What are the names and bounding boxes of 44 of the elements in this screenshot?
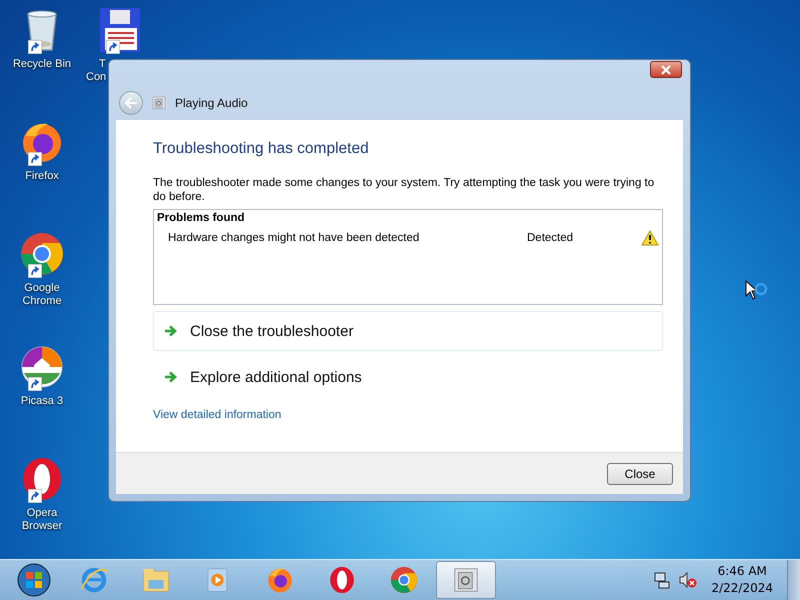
heading: Troubleshooting has completed — [153, 140, 370, 158]
internet-explorer-icon — [79, 565, 109, 595]
warning-icon — [641, 230, 659, 246]
detailed-information-link[interactable]: View detailed information — [153, 409, 282, 421]
shortcut-arrow-icon — [28, 264, 42, 278]
window-title: Playing Audio — [175, 96, 248, 110]
desktop-icon-label[interactable]: T — [99, 58, 106, 71]
back-button[interactable] — [119, 91, 143, 115]
arrow-icon — [164, 325, 178, 337]
desktop-icon-label[interactable]: Firefox — [25, 170, 59, 183]
chrome-icon — [18, 230, 66, 278]
windows-logo-icon — [17, 563, 51, 597]
troubleshooter-icon — [151, 95, 167, 111]
muted-speaker-icon[interactable] — [679, 571, 698, 589]
clock[interactable]: 6:46 AM 2/22/2024 — [705, 563, 779, 597]
desktop-icon-label[interactable]: Picasa 3 — [20, 395, 64, 408]
clock-time: 6:46 AM — [718, 563, 767, 580]
shortcut-arrow-icon — [28, 152, 42, 166]
option-link[interactable]: Close the troubleshooter — [153, 311, 663, 351]
desktop-icon-label[interactable]: Google — [24, 282, 60, 295]
close-button[interactable]: Close — [607, 462, 673, 484]
shortcut-arrow-icon — [28, 377, 42, 391]
problem-status: Detected — [527, 232, 574, 244]
problem-text: Hardware changes might not have been detected — [168, 232, 420, 244]
chrome-icon — [389, 565, 419, 595]
desktop-icon-label[interactable]: Recycle Bin — [12, 58, 72, 71]
arrow-icon — [164, 371, 178, 383]
shortcut-arrow-icon — [106, 40, 120, 54]
close-window-button[interactable] — [650, 61, 682, 78]
network-icon[interactable] — [653, 571, 672, 589]
opera-icon — [327, 565, 357, 595]
problems-header: Problems found — [157, 212, 246, 224]
back-arrow-icon — [124, 97, 138, 109]
desktop-icon-label[interactable]: Con — [86, 71, 106, 84]
show-desktop-button[interactable] — [787, 560, 800, 600]
shortcut-arrow-icon — [28, 489, 42, 503]
desktop-icon-label[interactable]: Opera — [26, 507, 58, 520]
taskbar-button[interactable] — [436, 561, 496, 599]
message-text: The troubleshooter made some changes to your system. Try attempting the task you were trying to do before. — [153, 176, 656, 204]
close-icon — [660, 64, 672, 74]
desktop-icon-label[interactable]: Chrome — [22, 295, 62, 308]
desktop-icon-label[interactable]: Browser — [22, 520, 62, 533]
shortcut-arrow-icon — [28, 40, 42, 54]
clock-date: 2/22/2024 — [711, 580, 773, 597]
